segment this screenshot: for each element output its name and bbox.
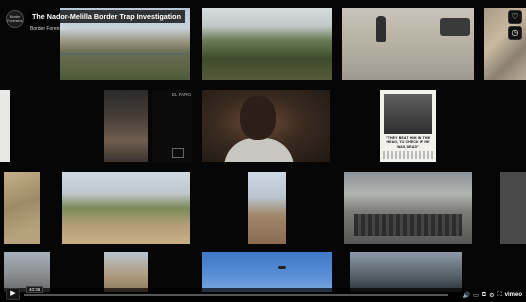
title-box: The Nador-Melilla Border Trap Investigat… (28, 10, 185, 23)
newspaper-body-text (383, 151, 433, 159)
settings-icon[interactable]: ⚙ (489, 292, 494, 299)
source-label: EL FARO (172, 92, 191, 97)
video-player[interactable]: "THEY BEAT HIM IN THE HEAD, TO CHECK IF … (0, 0, 526, 302)
car-figure (440, 18, 470, 36)
time-indicator: 40:36 (26, 286, 44, 293)
thumbnail-trees (202, 8, 332, 80)
thumbnail-street (342, 8, 474, 80)
watch-later-button[interactable]: ◷ (508, 26, 522, 40)
thumbnail-edge (500, 172, 526, 244)
thumbnail-hands (104, 90, 148, 162)
play-icon: ▶ (10, 290, 16, 297)
thumbnail-document-edge (0, 90, 10, 162)
volume-icon[interactable]: 🔊 (463, 292, 470, 299)
mini-frame-icon (172, 148, 184, 158)
captions-icon[interactable]: ▭ (473, 292, 479, 299)
thumbnail-fence-4 (350, 252, 462, 292)
portrait-shirt (224, 138, 294, 162)
video-byline[interactable]: Border Forensics (30, 26, 68, 32)
video-title[interactable]: The Nador-Melilla Border Trap Investigat… (32, 12, 181, 21)
thumbnail-portrait (202, 90, 330, 162)
clock-icon: ◷ (511, 28, 519, 37)
thumbnail-building (248, 172, 286, 244)
portrait-face (240, 96, 276, 140)
thumbnail-hillside (62, 172, 190, 244)
pip-icon[interactable]: ⧉ (482, 292, 486, 299)
newspaper-photo (384, 94, 432, 134)
progress-bar[interactable] (24, 294, 448, 296)
helicopter-figure (278, 266, 286, 269)
thumbnail-crowd (344, 172, 472, 244)
thumbnail-rocks-2 (4, 172, 40, 244)
thumbnail-sky (202, 252, 332, 292)
thumbnail-town (104, 252, 148, 292)
vimeo-logo[interactable]: vimeo (505, 292, 522, 298)
control-bar: ▶ 40:36 🔊 ▭ ⧉ ⚙ ⛶ vimeo (0, 286, 526, 302)
person-figure (376, 16, 386, 42)
fullscreen-icon[interactable]: ⛶ (497, 292, 501, 299)
player-control-group: 🔊 ▭ ⧉ ⚙ ⛶ vimeo (463, 290, 522, 300)
newspaper-headline: "THEY BEAT HIM IN THE HEAD, TO CHECK IF … (385, 136, 431, 149)
newspaper-clipping: "THEY BEAT HIM IN THE HEAD, TO CHECK IF … (380, 90, 436, 162)
channel-logo[interactable]: Border Forensics (6, 10, 24, 28)
like-button[interactable]: ♡ (508, 10, 522, 24)
like-icon: ♡ (511, 12, 519, 21)
play-button[interactable]: ▶ (6, 288, 20, 300)
thumbnail-dark-frame (152, 90, 192, 162)
